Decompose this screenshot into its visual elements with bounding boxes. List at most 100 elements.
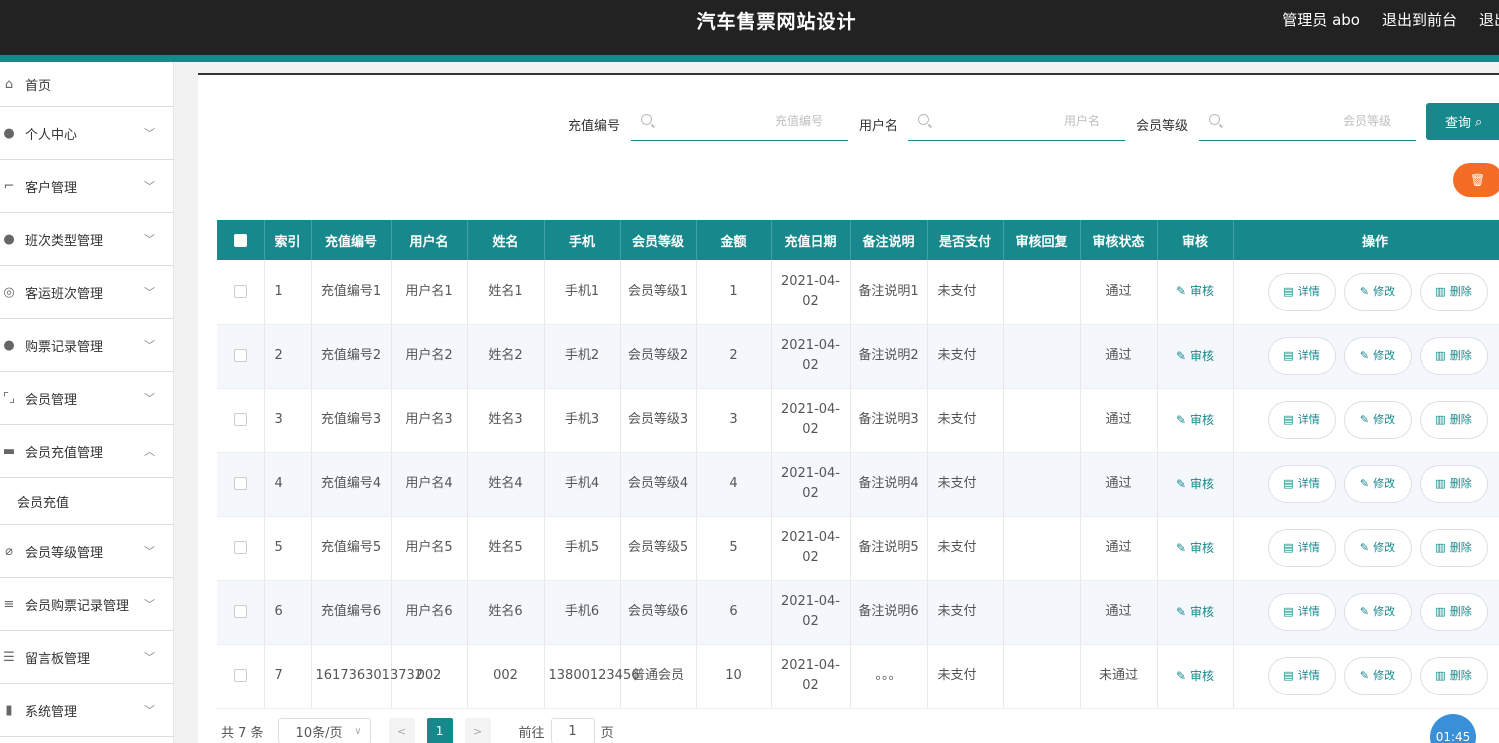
username-input[interactable] — [938, 111, 1100, 131]
audit-link[interactable]: ✎ 审核 — [1176, 605, 1214, 619]
detail-button[interactable]: ▤ 详情 — [1267, 401, 1336, 439]
query-button[interactable]: 查询 ⌕ — [1426, 103, 1499, 140]
delete-button[interactable]: ▥ 删除 — [1419, 529, 1488, 567]
member-level-cell: 会员等级3 — [620, 388, 697, 453]
detail-button[interactable]: ▤ 详情 — [1267, 337, 1336, 375]
audit-link[interactable]: ✎ 审核 — [1176, 413, 1214, 427]
delete-button[interactable]: ▥ 删除 — [1419, 465, 1488, 503]
sidebar-item-ticket-records[interactable]: ● 购票记录管理 ﹀ — [0, 319, 173, 372]
delete-label: 删除 — [1449, 284, 1472, 298]
row-checkbox[interactable] — [233, 477, 247, 490]
edit-button[interactable]: ✎ 修改 — [1343, 593, 1412, 631]
sidebar-item-members[interactable]: ⌜⌟ 会员管理 ﹀ — [0, 372, 173, 425]
sidebar-item-member-recharge[interactable]: ▬ 会员充值管理 ︿ — [0, 425, 173, 478]
row-checkbox[interactable] — [233, 541, 247, 554]
compass-icon: ◎ — [3, 284, 15, 300]
detail-button[interactable]: ▤ 详情 — [1267, 272, 1336, 311]
delete-label: 删除 — [1449, 349, 1472, 362]
delete-button[interactable]: ▥ 删除 — [1419, 272, 1488, 311]
edit-button[interactable]: ✎ 修改 — [1343, 401, 1412, 439]
goto-page-input[interactable] — [550, 718, 595, 743]
exit-to-frontend-link[interactable]: 退出到前台 — [1382, 9, 1457, 30]
name-cell: 姓名2 — [467, 324, 545, 389]
edit-button[interactable]: ✎ 修改 — [1343, 657, 1412, 695]
audit-status-cell: 通过 — [1080, 516, 1158, 581]
delete-button[interactable]: ▥ 删除 — [1419, 657, 1488, 695]
date-cell: 2021-04-02 — [771, 388, 851, 453]
sidebar-item-personal-center[interactable]: ● 个人中心 ﹀ — [0, 107, 173, 160]
column-header: 姓名 — [467, 220, 545, 260]
delete-label: 删除 — [1449, 669, 1472, 682]
row-checkbox[interactable] — [233, 669, 247, 682]
sidebar-item-member-levels[interactable]: ⌀ 会员等级管理 ﹀ — [0, 525, 173, 578]
audit-link[interactable]: ✎ 审核 — [1176, 669, 1214, 683]
detail-label: 详情 — [1297, 413, 1320, 426]
sidebar-item-label: 购票记录管理 — [25, 339, 104, 355]
audit-link[interactable]: ✎ 审核 — [1176, 349, 1214, 363]
date-cell: 2021-04-02 — [771, 324, 851, 389]
recharge-no-input[interactable] — [661, 111, 823, 131]
page-size-select[interactable]: 10条/页 ∨ — [277, 718, 371, 743]
logout-link[interactable]: 退出 — [1479, 9, 1499, 30]
search-icon — [641, 114, 652, 125]
detail-button[interactable]: ▤ 详情 — [1267, 529, 1336, 567]
row-checkbox[interactable] — [233, 413, 247, 426]
member-level-input[interactable] — [1229, 111, 1391, 131]
detail-button[interactable]: ▤ 详情 — [1267, 465, 1336, 503]
audit-link[interactable]: ✎ 审核 — [1176, 541, 1214, 555]
edit-pen-icon: ✎ — [1176, 668, 1187, 683]
sidebar-item-shift-types[interactable]: ● 班次类型管理 ﹀ — [0, 213, 173, 266]
list-icon: ≡ — [3, 596, 15, 612]
bars-icon: ▮ — [5, 702, 13, 718]
delete-label: 删除 — [1449, 477, 1472, 490]
audit-link[interactable]: ✎ 审核 — [1176, 284, 1214, 298]
detail-button[interactable]: ▤ 详情 — [1267, 657, 1336, 695]
index-cell: 7 — [264, 644, 312, 709]
paid-cell: 未支付 — [927, 580, 1004, 645]
edit-button[interactable]: ✎ 修改 — [1343, 465, 1412, 503]
sidebar-item-customers[interactable]: ⌐ 客户管理 ﹀ — [0, 160, 173, 213]
delete-label: 删除 — [1449, 605, 1472, 618]
delete-button[interactable]: ▥ 删除 — [1419, 337, 1488, 375]
ticket-icon: ▬ — [2, 443, 16, 459]
admin-user-link[interactable]: 管理员 abo — [1282, 9, 1360, 30]
sidebar-item-member-ticket-records[interactable]: ≡ 会员购票记录管理 ﹀ — [0, 578, 173, 631]
audit-reply-cell — [1003, 580, 1081, 645]
page-number-button[interactable]: 1 — [426, 718, 453, 743]
sidebar-item-bus-shifts[interactable]: ◎ 客运班次管理 ﹀ — [0, 266, 173, 319]
actions-cell: ▤ 详情 ✎ 修改 ▥ 删除 — [1233, 516, 1499, 581]
edit-label: 修改 — [1373, 605, 1396, 618]
edit-button[interactable]: ✎ 修改 — [1343, 529, 1412, 567]
sidebar-subitem-member-recharge[interactable]: 会员充值 — [0, 478, 173, 525]
edit-pen-icon: ✎ — [1359, 349, 1370, 362]
name-cell: 姓名4 — [467, 452, 545, 517]
column-header: 手机 — [544, 220, 621, 260]
row-checkbox[interactable] — [233, 605, 247, 618]
row-checkbox[interactable] — [233, 284, 247, 298]
detail-button[interactable]: ▤ 详情 — [1267, 593, 1336, 631]
sidebar-item-label: 会员充值管理 — [25, 445, 104, 461]
recharge-no-cell: 充值编号4 — [311, 452, 392, 517]
name-cell: 姓名3 — [467, 388, 545, 453]
edit-button[interactable]: ✎ 修改 — [1343, 337, 1412, 375]
sidebar-item-system[interactable]: ▮ 系统管理 ﹀ — [0, 684, 173, 737]
edit-button[interactable]: ✎ 修改 — [1343, 272, 1412, 311]
actions-cell: ▤ 详情 ✎ 修改 ▥ 删除 — [1233, 260, 1499, 325]
select-all-checkbox[interactable] — [233, 233, 247, 247]
row-checkbox[interactable] — [233, 349, 247, 362]
actions-cell: ▤ 详情 ✎ 修改 ▥ 删除 — [1233, 580, 1499, 645]
member-level-cell: 会员等级5 — [620, 516, 697, 581]
chevron-down-icon: ﹀ — [144, 545, 155, 558]
column-header: 操作 — [1233, 220, 1499, 260]
sidebar-item-message-board[interactable]: ☰ 留言板管理 ﹀ — [0, 631, 173, 684]
delete-button[interactable]: ▥ 删除 — [1419, 401, 1488, 439]
delete-button[interactable]: ▥ 删除 — [1419, 593, 1488, 631]
audit-link[interactable]: ✎ 审核 — [1176, 477, 1214, 491]
member-level-cell: 会员等级4 — [620, 452, 697, 517]
row-select-cell — [217, 580, 265, 645]
header-accent-stripe — [0, 55, 1499, 62]
batch-delete-button[interactable]: 🗑 — [1453, 163, 1499, 197]
next-page-button[interactable]: > — [464, 718, 491, 743]
sidebar-item-home[interactable]: ⌂ 首页 — [0, 62, 173, 107]
prev-page-button[interactable]: < — [388, 718, 415, 743]
